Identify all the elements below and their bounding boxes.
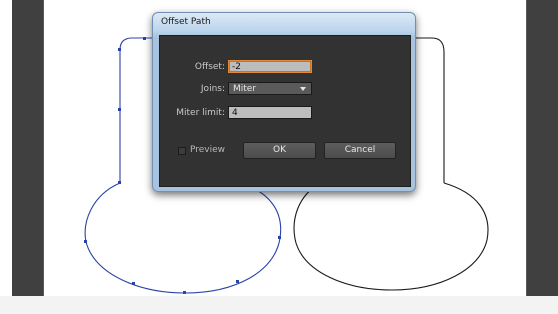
cancel-button[interactable]: Cancel xyxy=(324,142,396,159)
dialog-body: Offset: -2 Joins: Miter Miter limit: 4 P… xyxy=(159,35,411,187)
miter-limit-label: Miter limit: xyxy=(176,108,225,118)
joins-label: Joins: xyxy=(200,84,225,94)
joins-select-value: Miter xyxy=(233,84,257,94)
offset-label: Offset: xyxy=(194,62,225,72)
ok-button[interactable]: OK xyxy=(243,142,316,159)
dialog-title: Offset Path xyxy=(161,17,211,27)
joins-select[interactable]: Miter xyxy=(228,82,312,95)
offset-path-dialog[interactable]: Offset Path Offset: -2 Joins: Miter Mite… xyxy=(152,12,416,192)
offset-input[interactable]: -2 xyxy=(228,60,312,73)
miter-limit-input[interactable]: 4 xyxy=(228,106,312,119)
preview-label: Preview xyxy=(190,145,226,155)
chevron-down-icon xyxy=(300,87,306,91)
preview-checkbox[interactable] xyxy=(178,147,186,155)
